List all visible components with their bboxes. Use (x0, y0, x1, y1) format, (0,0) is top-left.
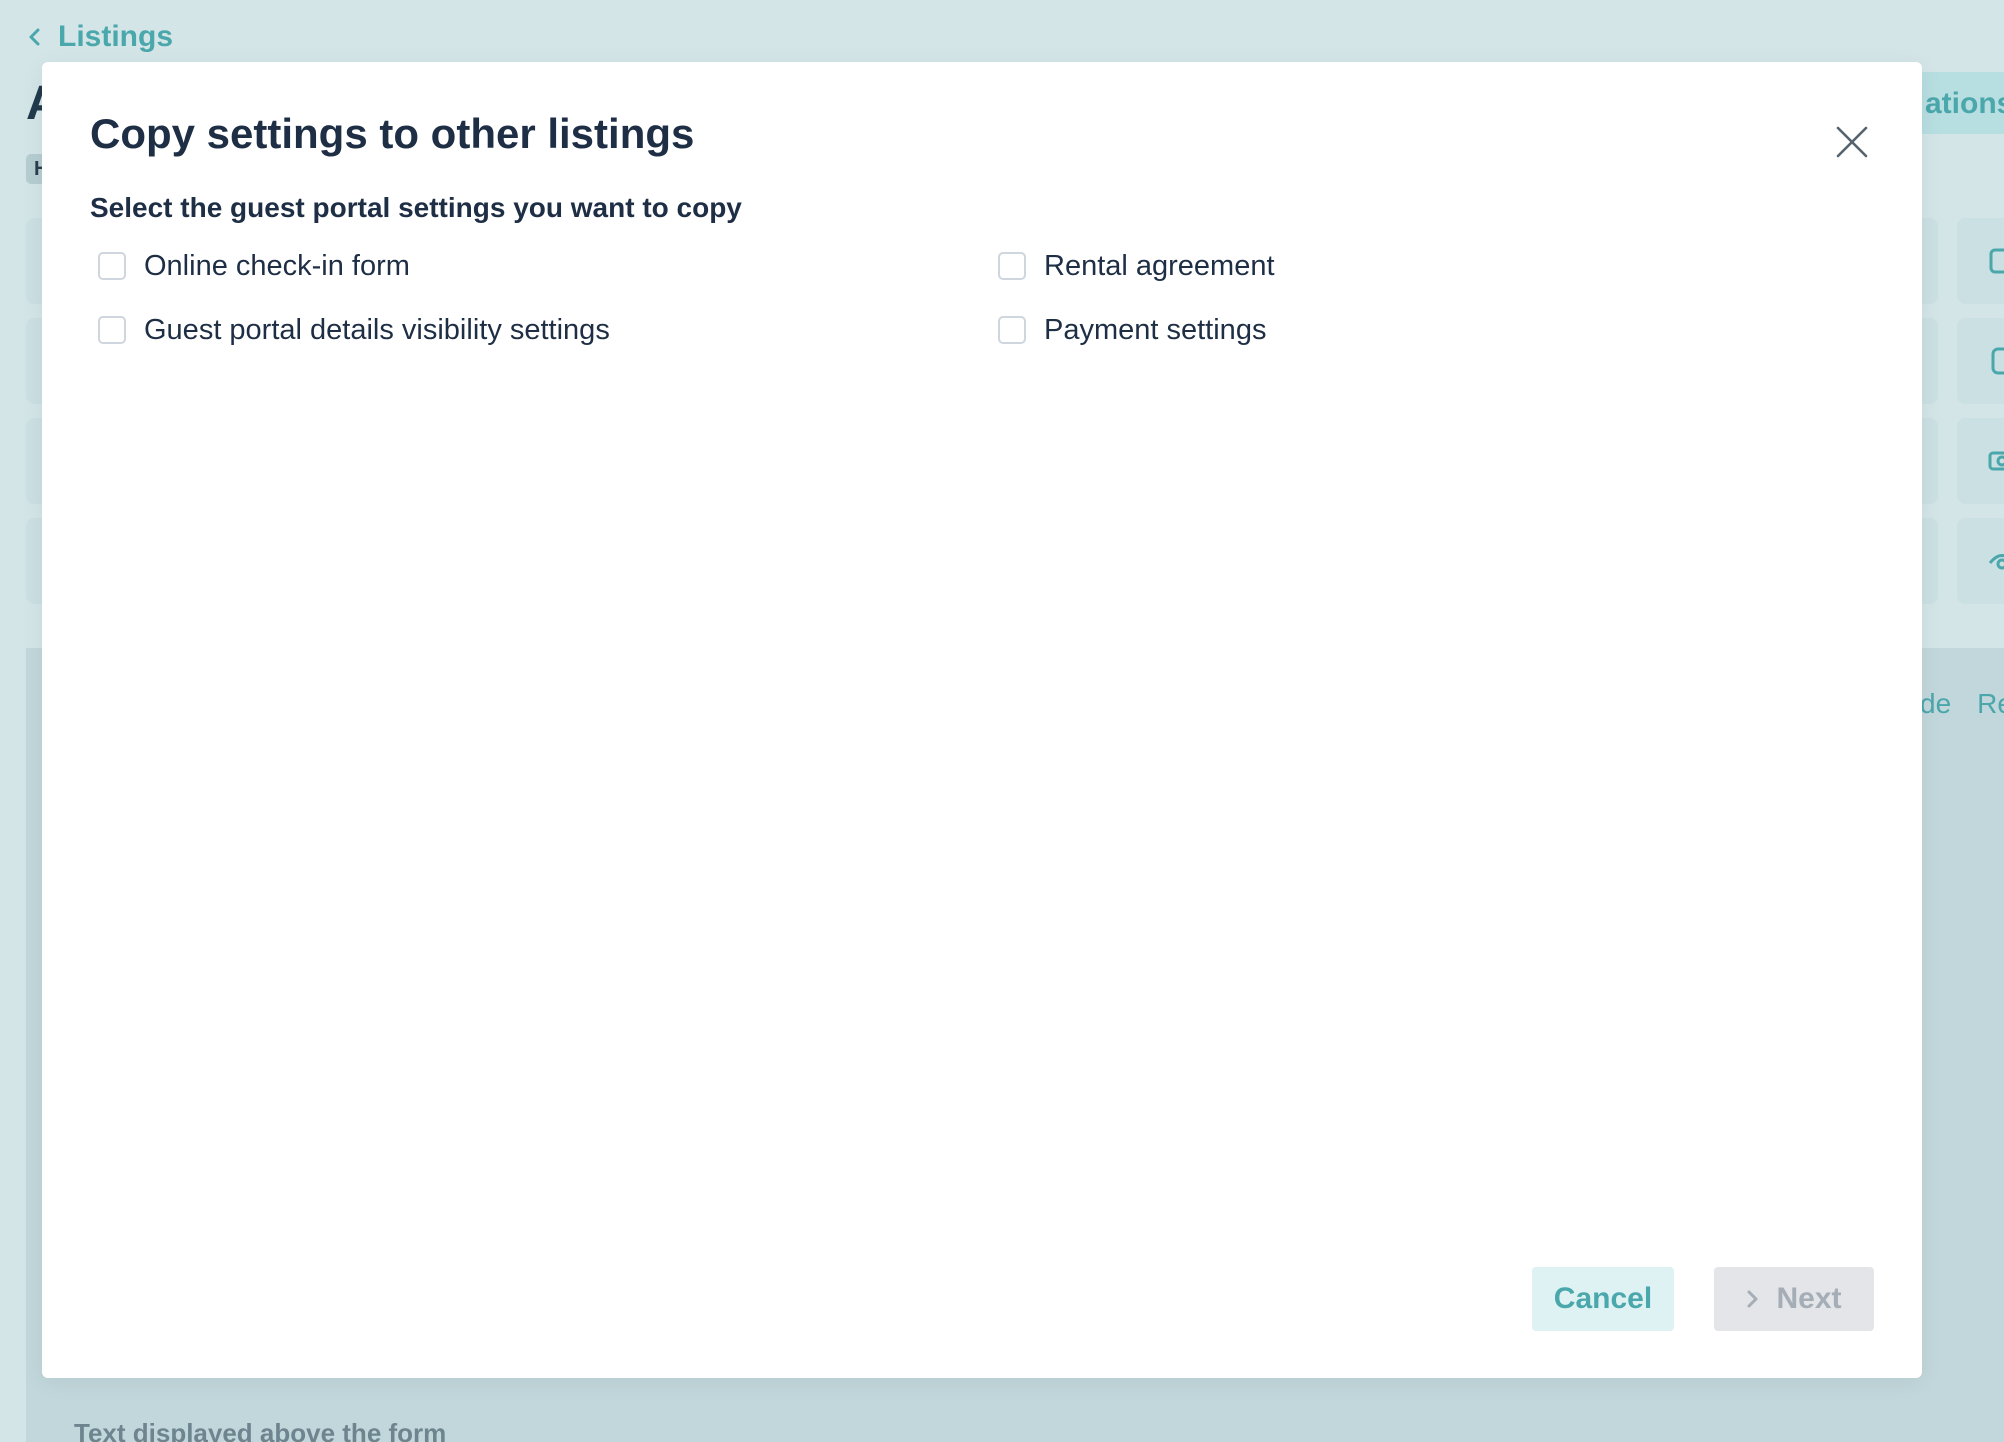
checkbox[interactable] (98, 252, 126, 280)
chevron-left-icon (29, 28, 40, 46)
document-icon (1989, 248, 2004, 274)
option-label: Guest portal details visibility settings (144, 313, 610, 346)
modal-subtitle: Select the guest portal settings you wan… (90, 192, 742, 223)
cancel-button[interactable]: Cancel (1532, 1267, 1674, 1331)
back-link[interactable]: Listings (26, 20, 173, 54)
side-action[interactable] (1957, 518, 2004, 604)
option-label: Payment settings (1044, 313, 1267, 346)
checkbox[interactable] (998, 316, 1026, 344)
form-text-label: Text displayed above the form (74, 1418, 447, 1442)
settings-options: Online check-in form Rental agreement Gu… (98, 250, 1898, 346)
chevron-right-icon (1747, 1290, 1758, 1308)
page: Listings A H ations de Re Text displayed… (0, 0, 2004, 1442)
modal-title: Copy settings to other listings (90, 110, 695, 157)
side-action[interactable] (1957, 418, 2004, 504)
side-action[interactable] (1957, 318, 2004, 404)
close-button[interactable] (1826, 116, 1878, 168)
copy-settings-modal: Copy settings to other listings Select t… (42, 62, 1922, 1378)
side-action[interactable] (1957, 218, 2004, 304)
checkbox[interactable] (998, 252, 1026, 280)
next-button-label: Next (1776, 1282, 1842, 1315)
option-label: Online check-in form (144, 249, 410, 282)
eye-icon (1988, 554, 2004, 570)
option-payment-settings[interactable]: Payment settings (998, 314, 1898, 346)
back-link-label: Listings (58, 20, 174, 53)
panel-links: de Re (1920, 688, 2004, 720)
option-online-check-in-form[interactable]: Online check-in form (98, 250, 998, 282)
next-button[interactable]: Next (1714, 1267, 1874, 1331)
close-icon (1836, 126, 1868, 158)
option-label: Rental agreement (1044, 249, 1275, 282)
clipboard-icon (1991, 347, 2004, 375)
payment-icon (1988, 451, 2004, 471)
option-guest-portal-visibility[interactable]: Guest portal details visibility settings (98, 314, 998, 346)
option-rental-agreement[interactable]: Rental agreement (998, 250, 1898, 282)
panel-link[interactable]: Re (1977, 688, 2004, 720)
panel-link[interactable]: de (1920, 688, 1951, 720)
checkbox[interactable] (98, 316, 126, 344)
